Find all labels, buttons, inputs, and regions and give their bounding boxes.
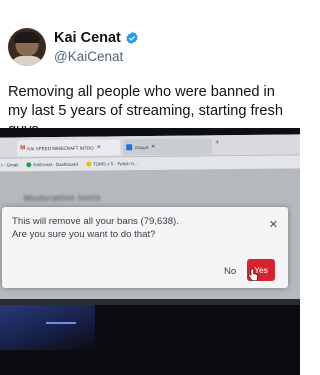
blue-light-glow: [0, 305, 95, 350]
no-button[interactable]: No: [224, 266, 236, 277]
bookmark-gmail[interactable]: t - Gmail: [1, 162, 18, 167]
drive-icon: [85, 161, 91, 167]
new-tab-icon[interactable]: +: [215, 139, 219, 146]
close-icon[interactable]: ✕: [269, 220, 278, 231]
tab-icloud[interactable]: iCloud ✕: [123, 138, 213, 156]
tab-label: iCloud: [135, 144, 148, 150]
dialog-question: Are you sure you want to do that?: [12, 229, 156, 240]
blue-light-line: [46, 322, 76, 324]
avatar[interactable]: [8, 28, 46, 66]
blurred-heading: Moderation tools: [23, 192, 102, 204]
dashboard-icon: [26, 162, 32, 168]
post-header: Kai Cenat @KaiCenat: [8, 28, 292, 68]
author-name[interactable]: Kai Cenat: [54, 30, 121, 46]
bookmark-twitch[interactable]: TOMS x 5 - Twitch S...: [85, 161, 138, 167]
gmail-icon: M: [20, 145, 26, 152]
author-name-row: Kai Cenat: [54, 30, 139, 46]
tab-label: KAI SPEED MINECRAFT INTRO: [27, 145, 94, 151]
tab-minecraft-intro[interactable]: M KAI SPEED MINECRAFT INTRO ✕: [17, 139, 121, 157]
dialog-message: This will remove all your bans (79,638).: [12, 216, 179, 227]
bookmark-dashboard[interactable]: KaiCenat - Dashboard: [26, 162, 78, 168]
close-icon[interactable]: ✕: [151, 144, 155, 150]
verified-badge-icon: [126, 31, 138, 45]
icloud-icon: [126, 144, 133, 151]
author-handle[interactable]: @KaiCenat: [54, 49, 123, 64]
hand-cursor-icon: [248, 268, 258, 281]
confirm-dialog: This will remove all your bans (79,638).…: [2, 207, 288, 288]
close-icon[interactable]: ✕: [97, 145, 101, 151]
